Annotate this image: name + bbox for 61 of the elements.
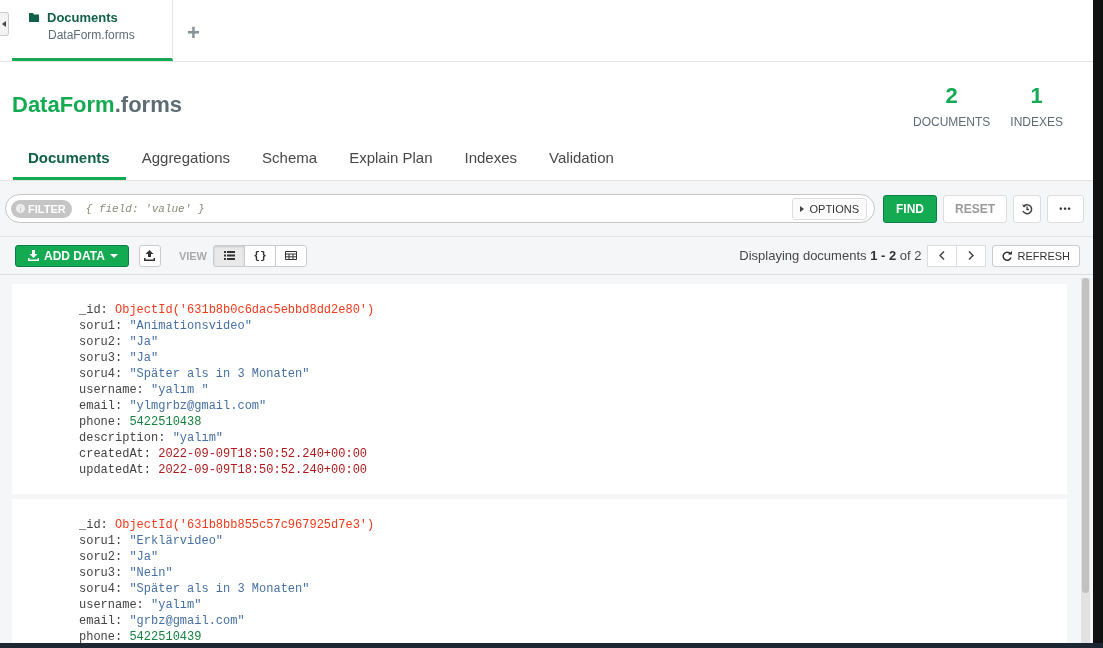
document-field: _id: ObjectId('631b8b0c6dac5ebbd8dd2e80') (79, 302, 1067, 318)
folder-icon (29, 13, 39, 22)
stat-label: INDEXES (1010, 115, 1063, 129)
chevron-right-icon (968, 251, 975, 260)
refresh-button[interactable]: REFRESH (992, 244, 1080, 267)
previous-page-button[interactable] (927, 244, 958, 267)
workspace-tab[interactable]: Documents DataForm.forms (12, 0, 173, 61)
document-field: email: "grbz@gmail.com" (79, 613, 1067, 629)
download-icon (28, 250, 39, 261)
document-field: username: "yalım" (79, 597, 1067, 613)
document-field: soru3: "Nein" (79, 565, 1067, 581)
document-field: phone: 5422510439 (79, 629, 1067, 643)
refresh-icon (1002, 250, 1013, 261)
tab[interactable]: Indexes (449, 140, 534, 180)
upload-icon (144, 250, 156, 261)
document-field: soru2: "Ja" (79, 334, 1067, 350)
tab[interactable]: Validation (534, 140, 630, 180)
document-field: soru2: "Ja" (79, 549, 1067, 565)
tab-title: Documents (47, 10, 118, 25)
tab[interactable]: Aggregations (126, 140, 247, 180)
table-icon (285, 251, 297, 260)
view-button[interactable] (213, 244, 245, 267)
view-button[interactable]: {} (244, 244, 276, 267)
pagination-text: Displaying documents 1 - 2 of 2 (739, 248, 922, 263)
view-label: VIEW (178, 249, 207, 262)
document-field: phone: 5422510438 (79, 414, 1067, 430)
chevron-left-icon (939, 251, 946, 260)
document-field: description: "yalım" (79, 430, 1067, 446)
info-icon (16, 204, 25, 213)
tab[interactable]: Explain Plan (334, 140, 449, 180)
history-icon (1021, 202, 1033, 215)
document-field: updatedAt: 2022-09-09T18:50:52.240+00:00 (79, 462, 1067, 478)
filter-field[interactable]: FILTER { field: 'value' } OPTIONS (5, 194, 875, 223)
collection-title: DataForm.forms (12, 92, 182, 118)
next-page-button[interactable] (956, 244, 987, 267)
document-field: soru1: "Animationsvideo" (79, 318, 1067, 334)
filter-badge: FILTER (11, 199, 72, 218)
stat-count: 1 (1030, 83, 1043, 109)
more-button[interactable]: ••• (1047, 194, 1084, 223)
document-field: soru3: "Ja" (79, 350, 1067, 366)
collapse-button[interactable] (0, 12, 9, 36)
stat-label: DOCUMENTS (912, 115, 991, 129)
document-field: username: "yalım " (79, 382, 1067, 398)
document-field: soru4: "Später als in 3 Monaten" (79, 581, 1067, 597)
document-field: createdAt: 2022-09-09T18:50:52.240+00:00 (79, 446, 1067, 462)
document-field: soru1: "Erklärvideo" (79, 533, 1067, 549)
export-button[interactable] (138, 244, 161, 267)
stat-count: 2 (945, 83, 958, 109)
caret-icon (800, 205, 805, 212)
history-button[interactable] (1013, 194, 1041, 223)
document-field: email: "ylmgrbz@gmail.com" (79, 398, 1067, 414)
document-field: soru4: "Später als in 3 Monaten" (79, 366, 1067, 382)
tab-subtitle: DataForm.forms (48, 28, 136, 42)
caret-icon (2, 21, 6, 27)
caret-icon (109, 253, 118, 258)
list-icon (223, 251, 235, 260)
view-button[interactable] (275, 244, 307, 267)
tab[interactable]: Schema (247, 140, 334, 180)
scrollbar[interactable] (1081, 278, 1090, 643)
document-field: _id: ObjectId('631b8bb855c57c967925d7e3') (79, 517, 1067, 533)
options-button[interactable]: OPTIONS (792, 197, 867, 220)
